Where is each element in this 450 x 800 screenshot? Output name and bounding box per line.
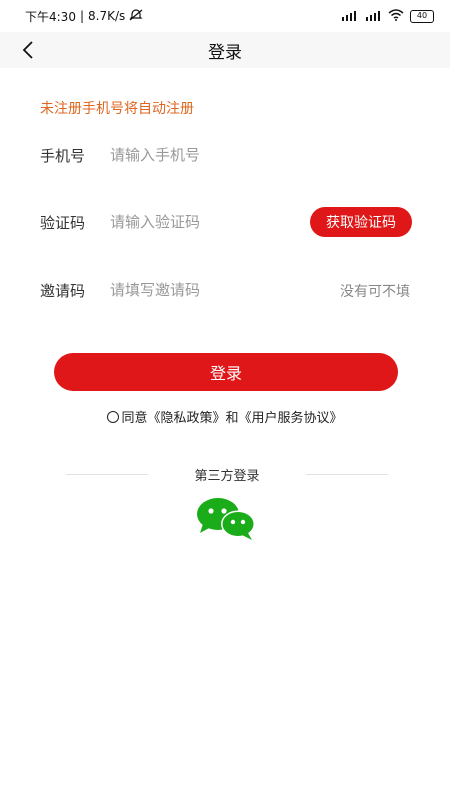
login-page: 下午4:30 | 8.7K/s 40 登录 未注册手机号将自动注册 手机号 请输… xyxy=(0,0,450,800)
code-row: 验证码 获取验证码 xyxy=(40,207,412,237)
back-button[interactable] xyxy=(14,36,42,64)
status-bar: 下午4:30 | 8.7K/s 40 xyxy=(0,0,450,32)
third-party-login-header: 第三方登录 xyxy=(66,465,388,484)
divider-left xyxy=(66,473,148,475)
wifi-icon xyxy=(388,8,404,24)
invite-row: 邀请码 没有可不填 xyxy=(40,275,412,305)
status-right: 40 xyxy=(340,8,434,24)
invite-input[interactable] xyxy=(110,281,290,299)
agreement-conjunction: 和 xyxy=(225,411,239,426)
privacy-policy-link[interactable]: 《隐私政策》 xyxy=(147,407,225,426)
chevron-left-icon xyxy=(22,41,33,59)
battery-icon: 40 xyxy=(410,9,434,23)
code-label: 验证码 xyxy=(40,213,86,232)
login-button[interactable]: 登录 xyxy=(54,353,398,391)
agree-radio[interactable] xyxy=(107,410,120,423)
status-time: 下午4:30 xyxy=(25,9,76,24)
mute-icon xyxy=(129,8,143,24)
agreement: 同意 《隐私政策》 和 《用户服务协议》 xyxy=(0,407,450,426)
invite-optional-note: 没有可不填 xyxy=(340,284,410,300)
phone-label: 手机号 xyxy=(40,146,86,165)
phone-input[interactable] xyxy=(110,146,290,164)
auto-register-hint: 未注册手机号将自动注册 xyxy=(40,101,194,117)
user-agreement-link[interactable]: 《用户服务协议》 xyxy=(239,407,343,426)
divider-right xyxy=(305,473,388,475)
page-title: 登录 xyxy=(208,42,242,63)
wechat-login-button[interactable] xyxy=(195,497,257,541)
get-code-button[interactable]: 获取验证码 xyxy=(310,207,412,237)
wechat-icon xyxy=(197,498,255,540)
invite-label: 邀请码 xyxy=(40,281,86,300)
status-network-speed: 8.7K/s xyxy=(88,9,126,23)
third-party-title: 第三方登录 xyxy=(194,468,260,484)
signal-hd-icon-2 xyxy=(364,9,382,24)
code-input[interactable] xyxy=(110,213,290,231)
nav-bar: 登录 xyxy=(0,32,450,68)
phone-row: 手机号 xyxy=(40,140,412,170)
agreement-prefix: 同意 xyxy=(121,411,148,426)
signal-hd-icon-1 xyxy=(340,9,358,24)
status-separator: | xyxy=(79,9,84,23)
status-left: 下午4:30 | 8.7K/s xyxy=(25,8,143,25)
